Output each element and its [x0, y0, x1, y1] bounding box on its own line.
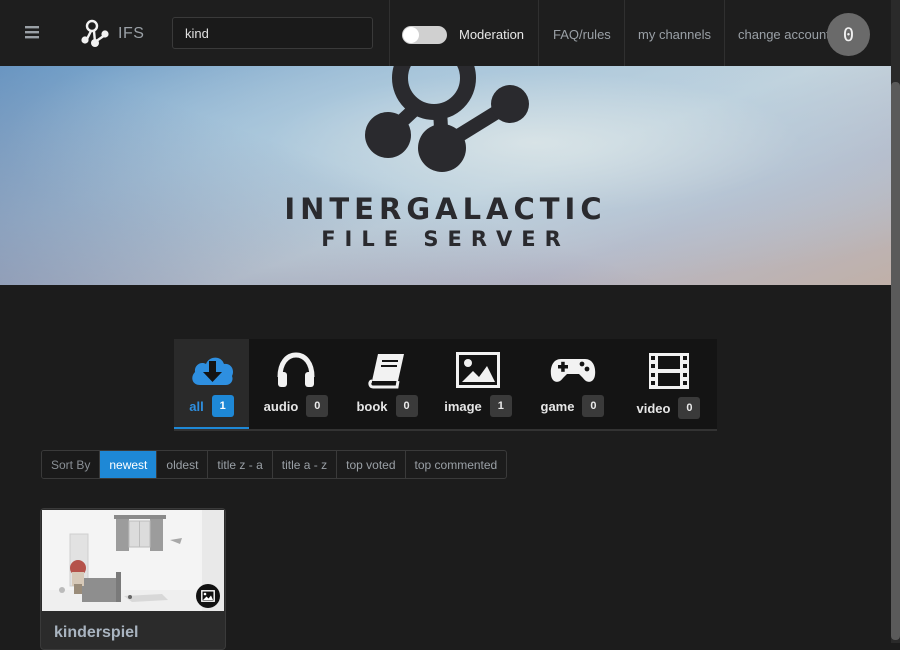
- moderation-label[interactable]: Moderation: [459, 27, 524, 42]
- nav-divider: [724, 0, 725, 66]
- banner-title: INTERGALACTIC: [284, 192, 607, 226]
- tab-book-label: book: [356, 398, 388, 414]
- notification-counter[interactable]: 0: [827, 13, 870, 56]
- nav-divider: [624, 0, 625, 66]
- tab-image-label: image: [444, 398, 482, 414]
- tab-all-label: all: [189, 398, 204, 414]
- my-channels-link[interactable]: my channels: [638, 27, 711, 42]
- top-navbar: IFS Moderation FAQ/rules my channels cha…: [0, 0, 891, 67]
- result-card[interactable]: kinderspiel: [40, 508, 226, 650]
- sort-bar: Sort By newest oldest title z - a title …: [41, 450, 508, 479]
- tab-video-count: 0: [678, 397, 701, 419]
- hero-banner: INTERGALACTIC FILE SERVER: [0, 66, 891, 285]
- tab-game-count: 0: [582, 395, 605, 417]
- tab-all[interactable]: all 1: [174, 339, 249, 429]
- film-icon: [648, 353, 689, 389]
- scrollbar-thumb[interactable]: [891, 82, 900, 640]
- sort-newest-button[interactable]: newest: [100, 451, 158, 478]
- cloud-download-icon: [191, 357, 233, 385]
- tab-image-count: 1: [489, 395, 512, 417]
- tab-book-count: 0: [395, 395, 418, 417]
- brand-logo-link[interactable]: IFS: [78, 18, 144, 50]
- category-tabs: all 1 audio 0 book 0 image 1 game 0 vide…: [174, 339, 717, 431]
- sort-title-z-a-button[interactable]: title z - a: [208, 451, 273, 478]
- tab-video-label: video: [636, 400, 671, 416]
- image-icon: [456, 352, 500, 388]
- tab-all-count: 1: [211, 395, 234, 417]
- ifs-logo-icon: [81, 19, 109, 47]
- headphones-icon: [277, 352, 315, 387]
- tab-video[interactable]: video 0: [620, 339, 717, 429]
- tab-audio-label: audio: [263, 398, 299, 414]
- moderation-toggle-knob: [403, 27, 419, 43]
- gamepad-icon: [550, 359, 595, 382]
- search-input[interactable]: [172, 17, 373, 49]
- ifs-large-logo-icon: [365, 66, 529, 172]
- sort-title-a-z-button[interactable]: title a - z: [273, 451, 338, 478]
- tab-book[interactable]: book 0: [343, 339, 431, 429]
- hamburger-menu-icon[interactable]: [22, 22, 42, 42]
- sort-oldest-button[interactable]: oldest: [157, 451, 209, 478]
- nav-divider: [389, 0, 390, 66]
- sort-top-voted-button[interactable]: top voted: [337, 451, 406, 478]
- faq-rules-link[interactable]: FAQ/rules: [553, 27, 611, 42]
- tab-audio-count: 0: [306, 395, 329, 417]
- nav-divider: [538, 0, 539, 66]
- tab-audio[interactable]: audio 0: [249, 339, 343, 429]
- tab-image[interactable]: image 1: [431, 339, 525, 429]
- sort-top-commented-button[interactable]: top commented: [406, 451, 507, 478]
- banner-subtitle: FILE SERVER: [321, 227, 570, 251]
- change-account-link[interactable]: change account: [738, 27, 830, 42]
- sort-by-label: Sort By: [42, 451, 101, 478]
- moderation-toggle[interactable]: [402, 26, 447, 44]
- tab-game-label: game: [540, 398, 575, 414]
- tab-game[interactable]: game 0: [525, 339, 620, 429]
- result-title[interactable]: kinderspiel: [54, 624, 138, 642]
- image-type-icon: [196, 584, 220, 608]
- book-icon: [368, 354, 404, 389]
- brand-name: IFS: [118, 25, 145, 42]
